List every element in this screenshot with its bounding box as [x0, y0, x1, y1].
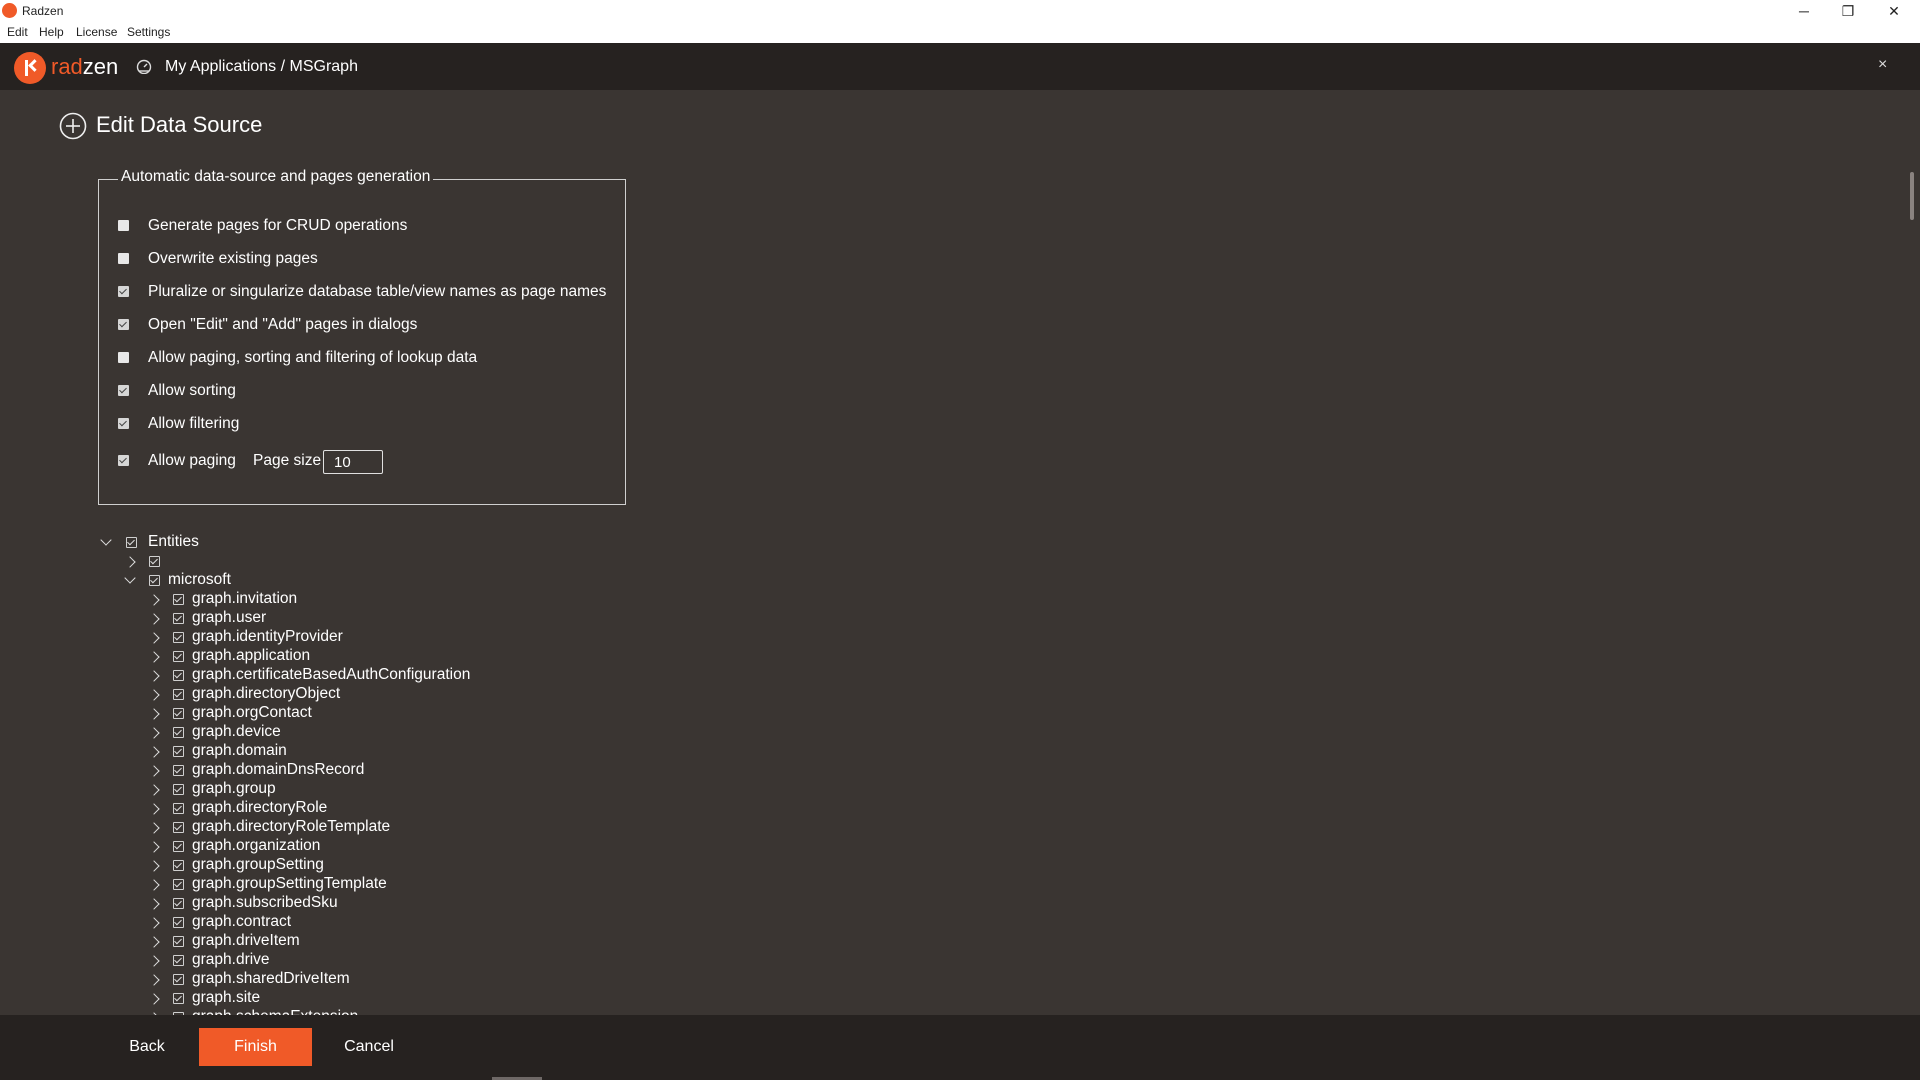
tree-checkbox[interactable] [173, 670, 184, 681]
chevron-right-icon[interactable] [148, 708, 160, 720]
chevron-right-icon[interactable] [148, 746, 160, 758]
entities-tree: Entities microsoft graph.invitation graph… [0, 0, 1920, 1015]
tree-item-label: graph.domainDnsRecord [192, 761, 365, 778]
tree-item-label: graph.identityProvider [192, 628, 343, 645]
tree-item-label: graph.domain [192, 742, 287, 759]
chevron-right-icon[interactable] [148, 765, 160, 777]
chevron-right-icon[interactable] [148, 803, 160, 815]
chevron-right-icon[interactable] [148, 993, 160, 1005]
tree-item-label: graph.application [192, 647, 311, 664]
chevron-right-icon[interactable] [148, 727, 160, 739]
tree-item-label: graph.directoryRoleTemplate [192, 818, 391, 835]
chevron-right-icon[interactable] [148, 841, 160, 853]
tree-item-label: graph.certificateBasedAuthConfiguration [192, 666, 471, 683]
tree-checkbox[interactable] [173, 822, 184, 833]
tree-item-label: graph.organization [192, 837, 321, 854]
tree-checkbox[interactable] [173, 917, 184, 928]
tree-item-label: graph.orgContact [192, 704, 312, 721]
tree-item-label: graph.subscribedSku [192, 894, 338, 911]
tree-checkbox[interactable] [149, 556, 160, 567]
tree-checkbox[interactable] [173, 841, 184, 852]
chevron-right-icon[interactable] [124, 556, 136, 568]
tree-node-label: Entities [148, 533, 199, 550]
tree-checkbox[interactable] [173, 974, 184, 985]
tree-checkbox[interactable] [173, 955, 184, 966]
chevron-right-icon[interactable] [148, 651, 160, 663]
chevron-right-icon[interactable] [148, 670, 160, 682]
chevron-down-icon[interactable] [100, 534, 112, 546]
chevron-right-icon[interactable] [148, 974, 160, 986]
tree-item-label: graph.drive [192, 951, 270, 968]
tree-checkbox[interactable] [173, 860, 184, 871]
tree-checkbox[interactable] [173, 651, 184, 662]
tree-item-label: graph.groupSetting [192, 856, 324, 873]
chevron-right-icon[interactable] [148, 594, 160, 606]
vertical-scrollbar-thumb[interactable] [1910, 172, 1914, 220]
chevron-right-icon[interactable] [148, 917, 160, 929]
chevron-right-icon[interactable] [148, 879, 160, 891]
tree-checkbox[interactable] [173, 727, 184, 738]
tree-item-label: graph.driveItem [192, 932, 300, 949]
tree-checkbox[interactable] [173, 936, 184, 947]
cancel-button[interactable]: Cancel [334, 1029, 404, 1065]
tree-checkbox[interactable] [173, 689, 184, 700]
tree-checkbox[interactable] [126, 537, 137, 548]
tree-item-label: graph.group [192, 780, 276, 797]
tree-item-label: graph.directoryObject [192, 685, 341, 702]
chevron-right-icon[interactable] [148, 632, 160, 644]
tree-checkbox[interactable] [149, 575, 160, 586]
tree-item-label: graph.site [192, 989, 261, 1006]
tree-checkbox[interactable] [173, 803, 184, 814]
tree-item-label: graph.user [192, 609, 267, 626]
chevron-right-icon[interactable] [148, 898, 160, 910]
tree-checkbox[interactable] [173, 765, 184, 776]
tree-node-label: microsoft [168, 571, 231, 588]
tree-checkbox[interactable] [173, 613, 184, 624]
chevron-right-icon[interactable] [148, 936, 160, 948]
chevron-right-icon[interactable] [148, 784, 160, 796]
tree-checkbox[interactable] [173, 879, 184, 890]
tree-checkbox[interactable] [173, 708, 184, 719]
tree-item-label: graph.invitation [192, 590, 298, 607]
back-button[interactable]: Back [112, 1029, 182, 1065]
chevron-right-icon[interactable] [148, 860, 160, 872]
tree-checkbox[interactable] [173, 784, 184, 795]
tree-checkbox[interactable] [173, 898, 184, 909]
tree-item-label: graph.schemaExtension [192, 1008, 358, 1015]
tree-checkbox[interactable] [173, 632, 184, 643]
chevron-right-icon[interactable] [148, 613, 160, 625]
tree-item-label: graph.contract [192, 913, 292, 930]
finish-button[interactable]: Finish [199, 1028, 312, 1066]
tree-checkbox[interactable] [173, 746, 184, 757]
tree-item-label: graph.directoryRole [192, 799, 328, 816]
chevron-right-icon[interactable] [148, 822, 160, 834]
tree-checkbox[interactable] [173, 993, 184, 1004]
chevron-down-icon[interactable] [124, 572, 136, 584]
chevron-right-icon[interactable] [148, 689, 160, 701]
tree-item-label: graph.device [192, 723, 281, 740]
tree-item-label: graph.groupSettingTemplate [192, 875, 387, 892]
tree-item-label: graph.sharedDriveItem [192, 970, 350, 987]
tree-checkbox[interactable] [173, 594, 184, 605]
chevron-right-icon[interactable] [148, 955, 160, 967]
